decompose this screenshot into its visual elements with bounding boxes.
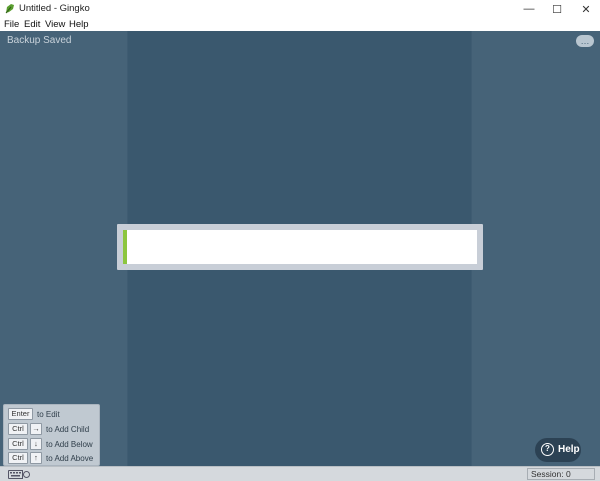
title-bar: Untitled - Gingko — ☐ ✕ [0,0,600,18]
gingko-leaf-icon [5,4,14,14]
shortcut-text: to Add Above [46,454,94,463]
key-arrow-right: → [30,423,42,435]
shortcut-text: to Add Below [46,440,93,449]
help-label: Help [558,444,580,455]
status-bar: Session: 0 words [0,466,600,481]
menu-edit[interactable]: Edit [24,19,40,30]
menu-bar: File Edit View Help [0,18,600,31]
close-button[interactable]: ✕ [571,0,600,18]
help-button[interactable]: ? Help [535,438,581,462]
menu-file[interactable]: File [4,19,19,30]
window-title: Untitled - Gingko [19,3,90,14]
key-ctrl: Ctrl [8,423,28,435]
key-arrow-up: ↑ [30,452,42,464]
tree-canvas: Backup Saved … Enter to Edit Ctrl → to A… [0,31,600,466]
card-group [117,224,483,270]
menu-help[interactable]: Help [69,19,89,30]
key-ctrl: Ctrl [8,452,28,464]
shortcut-text: to Add Child [46,425,90,434]
minimize-button[interactable]: — [514,0,544,18]
menu-view[interactable]: View [45,19,65,30]
key-enter: Enter [8,408,33,420]
key-arrow-down: ↓ [30,438,42,450]
keyboard-icon[interactable] [8,470,30,479]
key-ctrl: Ctrl [8,438,28,450]
shortcut-text: to Edit [37,410,60,419]
chat-bubble-icon[interactable]: … [576,35,594,47]
shortcut-hints: Enter to Edit Ctrl → to Add Child Ctrl ↓… [3,404,100,466]
card[interactable] [123,230,477,264]
word-count: Session: 0 words [527,468,595,481]
question-icon: ? [541,443,554,456]
maximize-button[interactable]: ☐ [542,0,572,18]
backup-status: Backup Saved [7,35,72,46]
